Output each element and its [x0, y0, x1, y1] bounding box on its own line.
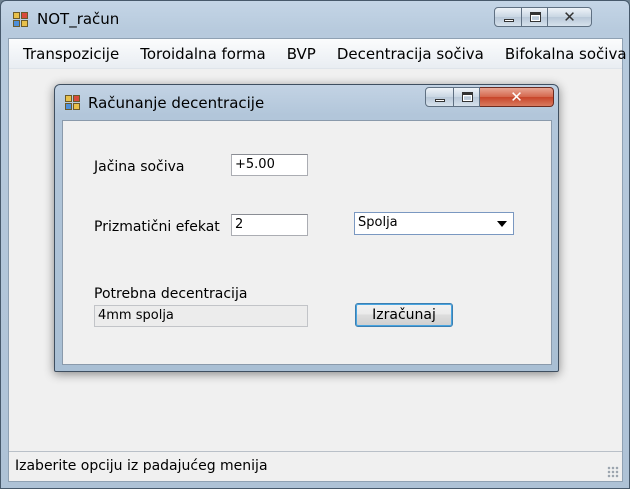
minimize-icon — [504, 19, 514, 22]
lens-power-label: Jačina sočiva — [94, 159, 185, 175]
dialog-close-button[interactable]: ✕ — [480, 87, 554, 107]
menu-decentracija-sociva[interactable]: Decentracija sočiva — [337, 45, 484, 63]
lens-power-input[interactable]: +5.00 — [231, 154, 308, 176]
status-bar: Izaberite opciju iz padajućeg menija — [9, 451, 622, 481]
minimize-icon — [435, 99, 445, 102]
dialog-maximize-button[interactable] — [454, 87, 480, 107]
menu-bvp[interactable]: BVP — [287, 45, 316, 63]
menu-bar: Transpozicije Toroidalna forma BVP Decen… — [9, 39, 627, 69]
maximize-button[interactable] — [522, 7, 548, 27]
menu-bifokalna-sociva[interactable]: Bifokalna sočiva — [505, 45, 627, 63]
app-icon — [13, 12, 29, 28]
window-title: NOT_račun — [37, 10, 120, 28]
maximize-icon — [530, 12, 541, 22]
dialog-app-icon — [65, 95, 81, 111]
minimize-button[interactable] — [494, 7, 522, 27]
direction-select-value: Spolja — [358, 215, 398, 230]
menu-toroidalna-forma[interactable]: Toroidalna forma — [140, 45, 266, 63]
close-button[interactable]: ✕ — [548, 7, 592, 27]
dialog-client-area: Jačina sočiva +5.00 Prizmatični efekat 2… — [62, 120, 552, 365]
prism-effect-input[interactable]: 2 — [231, 214, 308, 236]
close-icon: ✕ — [563, 8, 576, 26]
status-text: Izaberite opciju iz padajućeg menija — [15, 458, 268, 474]
maximize-icon — [462, 92, 473, 102]
close-icon: ✕ — [510, 88, 523, 106]
resize-grip-icon[interactable] — [607, 466, 619, 478]
dialog-minimize-button[interactable] — [425, 87, 454, 107]
direction-select[interactable]: Spolja — [354, 212, 514, 235]
prism-effect-label: Prizmatični efekat — [94, 219, 220, 235]
required-decentration-output: 4mm spolja — [94, 305, 308, 327]
dialog-title: Računanje decentracije — [88, 94, 265, 112]
required-decentration-label: Potrebna decentracija — [94, 286, 248, 302]
main-titlebar[interactable]: NOT_račun ✕ — [1, 1, 629, 37]
menu-transpozicije[interactable]: Transpozicije — [23, 45, 119, 63]
calculate-button[interactable]: Izračunaj — [355, 303, 453, 327]
decentration-dialog: Računanje decentracije ✕ Jačina sočiva +… — [54, 84, 559, 372]
chevron-down-icon[interactable] — [497, 221, 507, 227]
